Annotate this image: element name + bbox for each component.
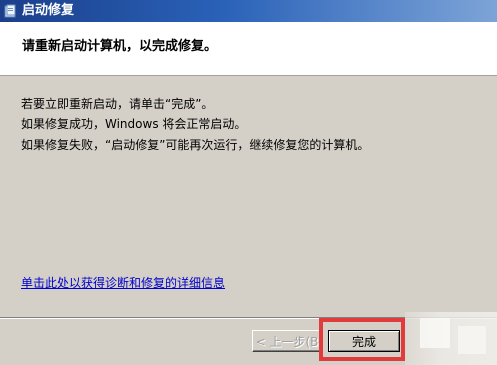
page-title: 请重新启动计算机，以完成修复。 [22,39,218,54]
wizard-content: 若要立即重新启动，请单击“完成”。 如果修复成功，Windows 将会正常启动。… [0,77,497,317]
blurred-region [420,318,450,348]
diagnostics-details-link[interactable]: 单击此处以获得诊断和修复的详细信息 [21,274,225,291]
blurred-region [458,326,486,354]
startup-repair-dialog: 启动修复 请重新启动计算机，以完成修复。 若要立即重新启动，请单击“完成”。 如… [0,0,497,365]
instruction-failure: 如果修复失败，“启动修复”可能再次运行，继续修复您的计算机。 [21,138,370,152]
title-bar[interactable]: 启动修复 [0,0,497,22]
wizard-header: 请重新启动计算机，以完成修复。 [0,22,497,76]
instruction-restart: 若要立即重新启动，请单击“完成”。 [21,97,214,111]
highlight-box [319,318,405,361]
app-icon [4,4,18,18]
instruction-success: 如果修复成功，Windows 将会正常启动。 [21,117,247,131]
window-title: 启动修复 [22,3,75,18]
back-button[interactable]: < 上一步(B [252,330,322,352]
